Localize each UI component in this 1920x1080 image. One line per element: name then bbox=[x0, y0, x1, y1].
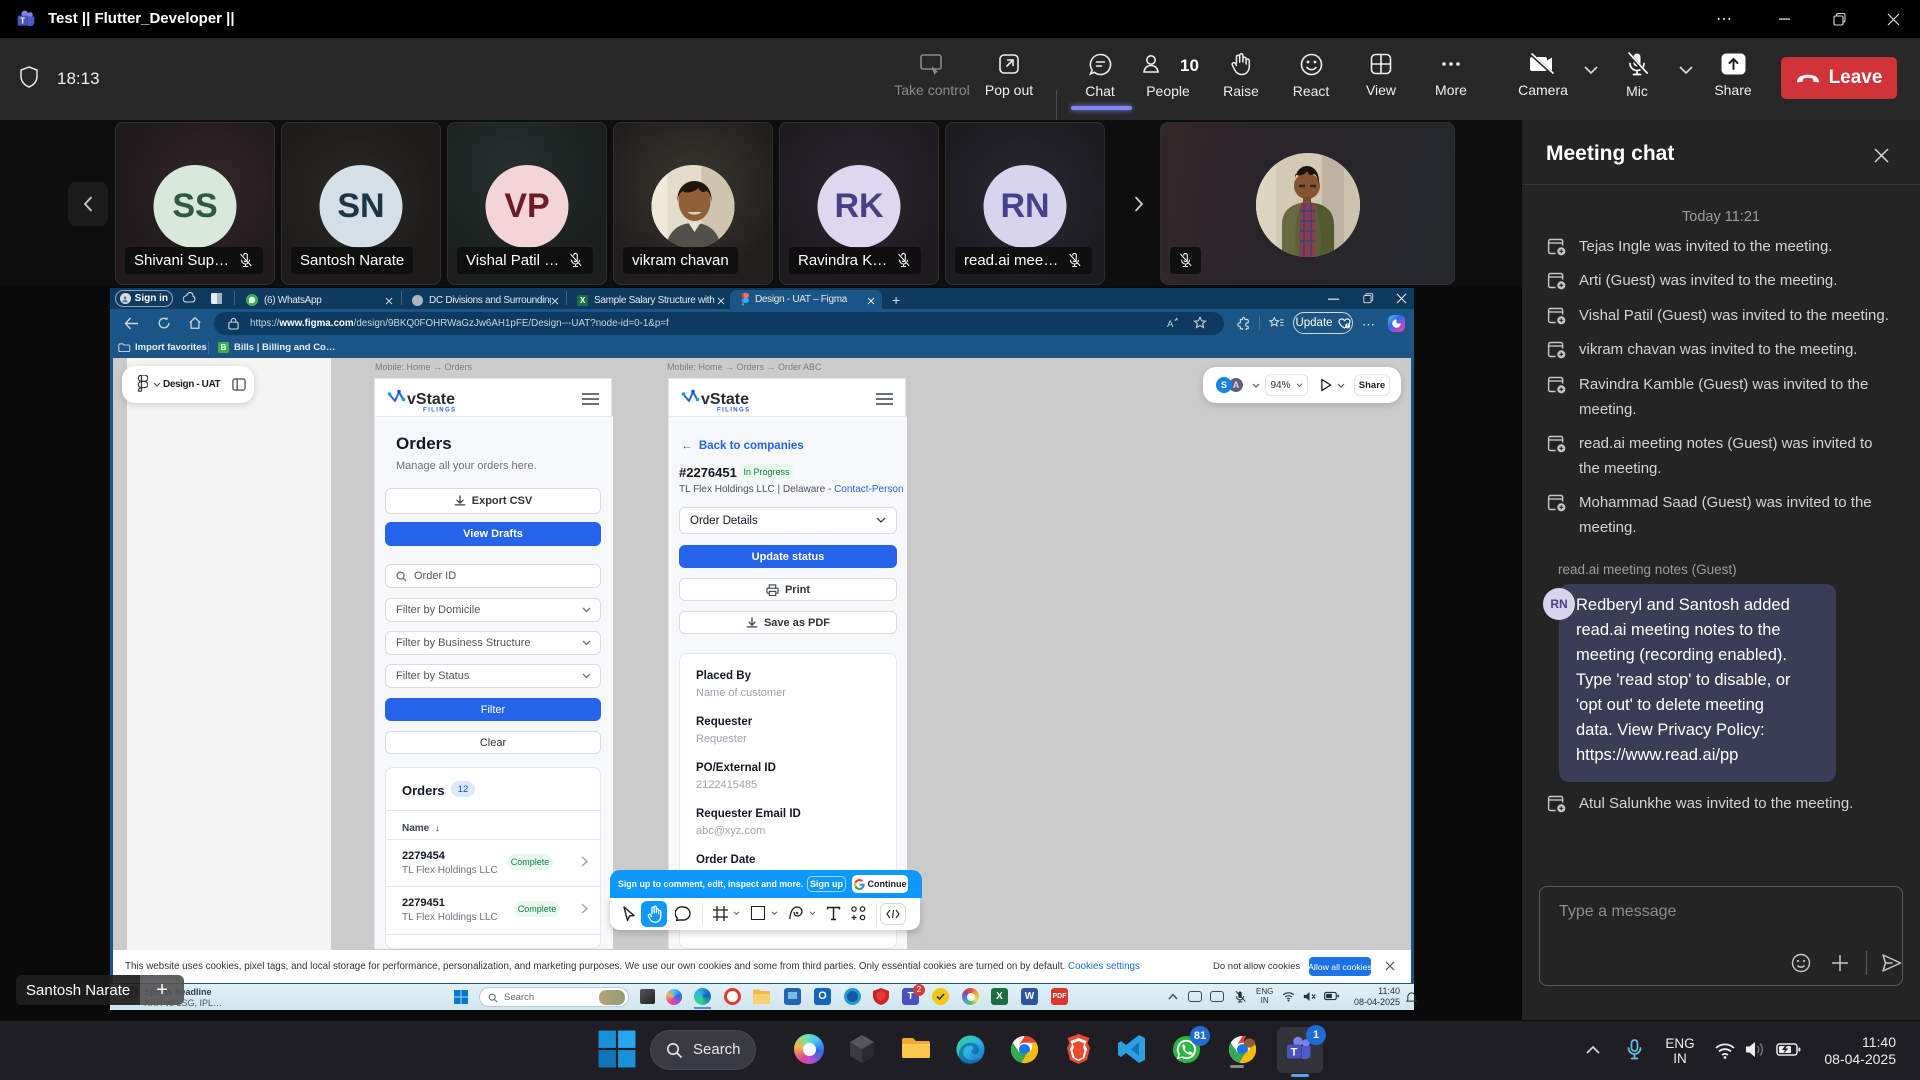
svg-text:vState: vState bbox=[701, 391, 749, 408]
svg-text:T: T bbox=[1291, 1047, 1298, 1059]
svg-text:A: A bbox=[1167, 319, 1174, 330]
svg-text:FILINGS: FILINGS bbox=[717, 408, 750, 414]
svg-text:vState: vState bbox=[407, 391, 455, 408]
svg-text:FILINGS: FILINGS bbox=[423, 408, 456, 414]
svg-text:T: T bbox=[20, 17, 25, 26]
